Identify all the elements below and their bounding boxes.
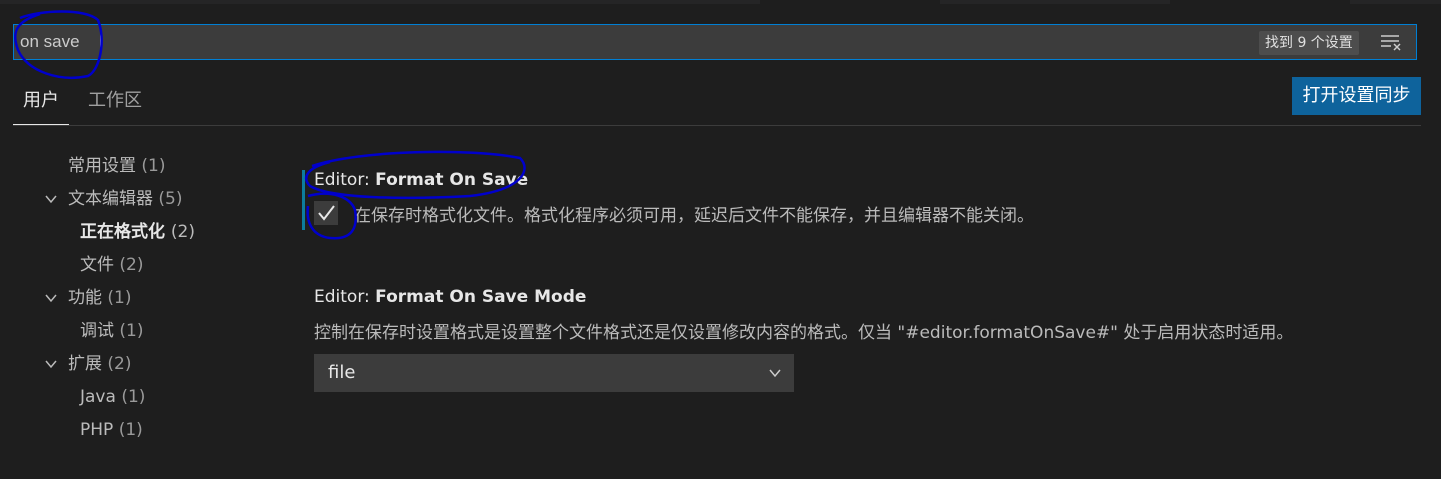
toc-item-features[interactable]: 功能 (1) — [44, 284, 132, 312]
toc-item-label: 扩展 — [68, 354, 102, 374]
setting-category: Editor: — [314, 170, 376, 190]
format-on-save-checkbox[interactable] — [314, 201, 338, 225]
settings-sync-button[interactable]: 打开设置同步 — [1292, 77, 1421, 115]
setting-category: Editor: — [314, 287, 376, 307]
tab-user[interactable]: 用户 — [13, 88, 69, 125]
toc-item-count: (2) — [107, 354, 132, 374]
settings-editor: 找到 9 个设置 用户 工作区 打开设置同步 常用设置 (1) 文本编辑器 (5… — [0, 0, 1441, 479]
result-count-badge: 找到 9 个设置 — [1259, 31, 1359, 55]
filter-list-icon[interactable] — [1379, 32, 1403, 52]
toc-item-count: (2) — [170, 222, 196, 242]
chevron-down-icon — [45, 360, 57, 369]
setting-name: Format On Save — [375, 170, 529, 190]
setting-description: 控制在保存时设置格式是设置整个文件格式还是仅设置修改内容的格式。仅当 "#edi… — [314, 323, 1294, 343]
toc-item-label: 常用设置 — [68, 156, 136, 176]
tab-strip-gap — [1170, 0, 1350, 4]
modified-indicator — [302, 170, 305, 230]
toc-item-label: 调试 — [80, 321, 114, 341]
toc-item-php[interactable]: PHP (1) — [80, 416, 143, 444]
setting-title: Editor: Format On Save — [314, 170, 528, 190]
toc-item-count: (1) — [119, 321, 144, 341]
setting-title: Editor: Format On Save Mode — [314, 287, 586, 307]
tabs-divider — [13, 125, 1421, 126]
check-icon — [318, 205, 335, 221]
toc-item-label: 文件 — [80, 255, 114, 275]
toc-item-label: 功能 — [68, 288, 102, 308]
toc-item-extensions[interactable]: 扩展 (2) — [44, 350, 132, 378]
settings-search-box[interactable]: 找到 9 个设置 — [13, 24, 1417, 60]
annotation-scribbles — [14, 10, 526, 240]
toc-item-count: (1) — [121, 387, 146, 407]
toc-item-java[interactable]: Java (1) — [80, 383, 145, 411]
chevron-down-icon — [769, 369, 781, 378]
tab-strip — [0, 0, 1441, 4]
search-input[interactable] — [20, 30, 1250, 54]
toc-item-count: (1) — [118, 420, 143, 440]
toc-item-label: PHP — [80, 420, 114, 440]
toc-item-label: 正在格式化 — [80, 222, 165, 242]
toc-item-label: Java — [80, 387, 116, 407]
toc-item-common[interactable]: 常用设置 (1) — [68, 152, 166, 180]
text-cursor — [100, 31, 101, 53]
toc-item-count: (1) — [141, 156, 166, 176]
tab-workspace[interactable]: 工作区 — [88, 88, 142, 124]
setting-name: Format On Save Mode — [375, 287, 587, 307]
toc-item-label: 文本编辑器 — [68, 189, 153, 209]
setting-description: 在保存时格式化文件。格式化程序必须可用，延迟后文件不能保存，并且编辑器不能关闭。 — [354, 206, 1034, 226]
chevron-down-icon — [45, 294, 57, 303]
toc-item-files[interactable]: 文件 (2) — [80, 251, 144, 279]
toc-item-count: (5) — [158, 189, 183, 209]
select-value: file — [328, 362, 356, 383]
toc-item-debug[interactable]: 调试 (1) — [80, 317, 144, 345]
chevron-down-icon — [45, 195, 57, 204]
tab-strip-gap — [760, 0, 940, 4]
toc-item-text-editor[interactable]: 文本编辑器 (5) — [44, 185, 183, 213]
toc-item-formatting[interactable]: 正在格式化 (2) — [80, 218, 195, 246]
toc-item-count: (2) — [119, 255, 144, 275]
format-on-save-mode-select[interactable]: file — [314, 354, 794, 392]
toc-item-count: (1) — [107, 288, 132, 308]
